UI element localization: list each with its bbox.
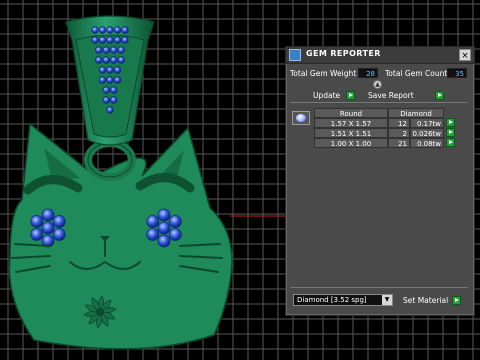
save-report-button-label[interactable]: Save Report [368,91,414,100]
gem-reporter-icon [289,49,301,61]
gem-reporter-panel: Gem Reporter × Total Gem Weight 28 Total… [285,46,475,316]
expand-icon[interactable]: ▲ [373,80,382,89]
divider [290,102,468,103]
total-gem-count-value: 35 [447,68,467,78]
set-material-button-label[interactable]: Set Material [403,296,448,305]
gem-thumbnail-icon [292,111,310,125]
gem [113,76,122,84]
row-count: 12 [388,118,410,128]
gem [157,208,171,222]
row-select-play-icon[interactable] [446,118,455,127]
gem [91,36,99,44]
cat-head [8,122,233,350]
row-size: 1.00 X 1.00 [314,138,388,148]
gem [117,46,125,54]
gem [146,228,160,241]
gem [106,36,114,44]
gem [98,36,107,44]
gem [121,26,129,34]
gem [30,215,44,228]
update-play-icon[interactable] [346,91,355,100]
gem [52,228,66,241]
chevron-down-icon[interactable]: ▼ [382,295,392,305]
row-weight: 0.026tw [410,128,444,138]
column-header-material: Diamond [388,108,444,118]
gem [41,208,55,222]
gem [121,36,129,44]
set-material-play-icon[interactable] [452,296,461,305]
gem [113,66,122,74]
gem [102,46,110,54]
row-weight: 0.17tw [410,118,444,128]
gem [168,228,182,241]
save-report-play-icon[interactable] [435,91,444,100]
gem [95,56,103,64]
gem [110,86,118,94]
gem [52,215,66,228]
gem [102,56,110,64]
gem [110,46,118,54]
panel-title: Gem Reporter [306,49,381,58]
row-weight: 0.08tw [410,138,444,148]
gem [95,46,103,54]
gem [106,66,114,74]
gem [110,96,118,104]
gem [30,228,44,241]
row-count: 21 [388,138,410,148]
panel-titlebar[interactable]: Gem Reporter × [286,47,474,64]
gem [168,215,182,228]
gem [113,26,122,34]
total-gem-weight-value: 28 [358,68,378,78]
row-size: 1.51 X 1.51 [314,128,388,138]
column-header-cut: Round [314,108,388,118]
gem [110,56,118,64]
gem [106,76,114,84]
material-selected-value: Diamond [3.52 spg] [297,296,367,304]
row-select-play-icon[interactable] [446,138,455,147]
gem [106,106,114,114]
gem [102,96,110,104]
gem [41,221,55,235]
update-button-label[interactable]: Update [313,91,340,100]
divider [290,287,468,288]
gem [117,56,125,64]
total-gem-count-label: Total Gem Count [385,69,448,78]
row-count: 2 [388,128,410,138]
gem [98,76,107,84]
row-size: 1.57 X 1.57 [314,118,388,128]
material-select[interactable]: Diamond [3.52 spg] ▼ [293,294,393,306]
gem-table: Round Diamond 1.57 X 1.57 12 0.17tw 1.51… [290,105,455,153]
gem [106,26,114,34]
row-select-play-icon[interactable] [446,128,455,137]
total-gem-weight-label: Total Gem Weight [290,69,357,78]
gem [146,215,160,228]
gem [91,26,99,34]
gem [157,234,171,248]
gem [157,221,171,235]
close-icon[interactable]: × [459,49,471,61]
gem [98,66,107,74]
gem [98,26,107,34]
gem [102,86,110,94]
gem [113,36,122,44]
